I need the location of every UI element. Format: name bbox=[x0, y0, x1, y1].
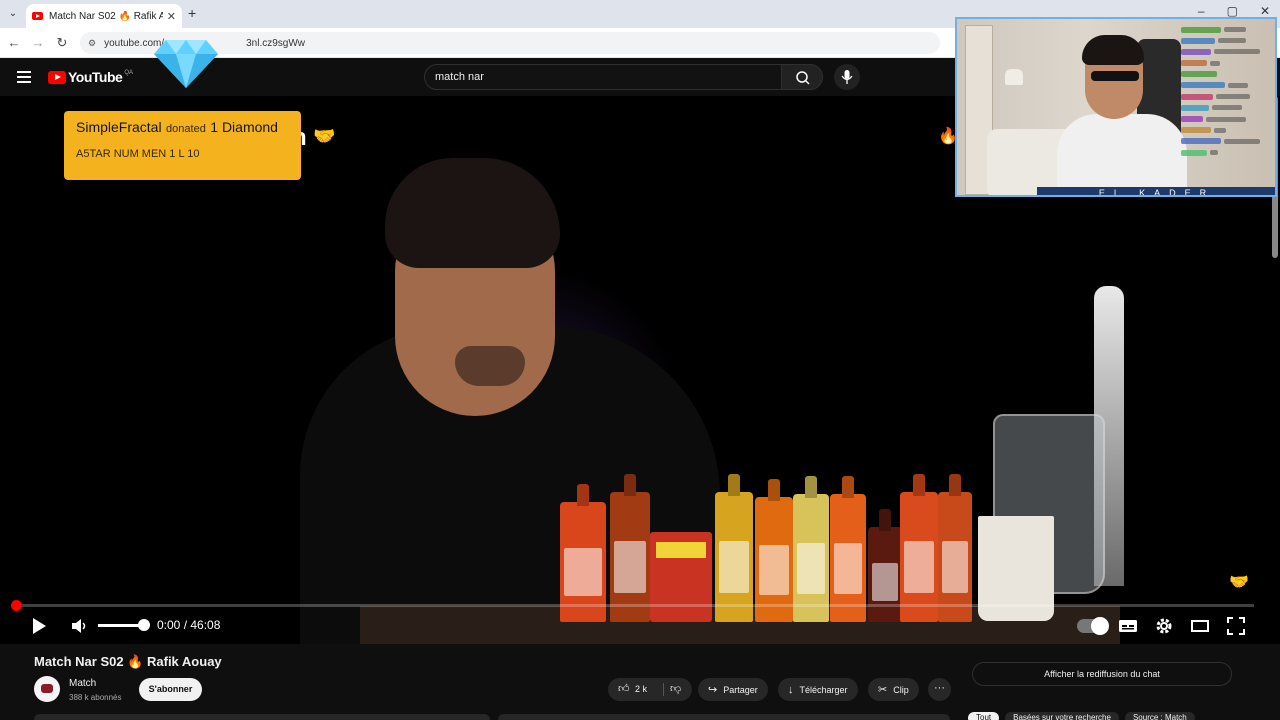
like-icon[interactable]: 👍︎ bbox=[618, 682, 630, 695]
maximize-icon[interactable]: ▢ bbox=[1227, 4, 1238, 18]
forward-icon[interactable]: → bbox=[30, 35, 46, 50]
minimize-icon[interactable]: – bbox=[1198, 4, 1205, 18]
search-icon bbox=[796, 71, 810, 85]
voice-search-button[interactable] bbox=[834, 64, 860, 90]
video-title: Match Nar S02 🔥 Rafik Aouay bbox=[34, 654, 222, 669]
theater-mode-icon[interactable] bbox=[1190, 616, 1210, 636]
webcam-lamp bbox=[1005, 69, 1023, 85]
streamer-webcam: EL KADER bbox=[955, 17, 1277, 197]
back-icon[interactable]: ← bbox=[6, 35, 22, 50]
person-beard bbox=[455, 346, 525, 386]
progress-scrubber[interactable] bbox=[11, 600, 22, 611]
like-count[interactable]: 2 k bbox=[635, 684, 647, 694]
reload-icon[interactable]: ↻ bbox=[54, 35, 70, 51]
share-label: Partager bbox=[723, 684, 758, 695]
diamond-icon bbox=[154, 40, 218, 88]
search-input[interactable]: match nar bbox=[424, 64, 782, 90]
window-controls: – ▢ ✕ bbox=[1198, 4, 1270, 18]
hot-sauce-bottle bbox=[868, 509, 902, 622]
country-code: QA bbox=[124, 70, 133, 76]
new-tab-icon[interactable]: + bbox=[188, 5, 196, 21]
youtube-favicon-icon bbox=[32, 12, 43, 20]
clip-label: Clip bbox=[893, 684, 909, 695]
hot-sauce-bottle bbox=[793, 476, 829, 622]
video-info-section: Match Nar S02 🔥 Rafik Aouay Match 388 k … bbox=[0, 644, 1280, 720]
volume-icon[interactable] bbox=[70, 616, 90, 636]
hot-sauce-bottle bbox=[715, 474, 753, 622]
more-actions-icon[interactable]: ··· bbox=[928, 678, 951, 701]
fullscreen-icon[interactable] bbox=[1226, 616, 1246, 636]
channel-avatar[interactable] bbox=[34, 676, 60, 702]
channel-name[interactable]: Match bbox=[69, 678, 96, 689]
autoplay-toggle[interactable] bbox=[1077, 617, 1109, 635]
close-window-icon[interactable]: ✕ bbox=[1260, 4, 1270, 18]
handshake-icon: 🤝 bbox=[313, 126, 336, 146]
browser-tab[interactable]: Match Nar S02 🔥 Rafik Aouay ✕ bbox=[26, 4, 182, 28]
hot-sauce-bottle bbox=[830, 476, 866, 622]
share-button[interactable]: ↪ Partager bbox=[698, 678, 768, 701]
search-value: match nar bbox=[435, 71, 484, 83]
streamer-name: EL KADER bbox=[1098, 188, 1216, 197]
volume-knob[interactable] bbox=[138, 619, 150, 631]
play-icon[interactable] bbox=[30, 616, 48, 636]
donor-name: SimpleFractal bbox=[76, 119, 162, 135]
tab-title: Match Nar S02 🔥 Rafik Aouay bbox=[49, 10, 163, 22]
share-icon: ↪ bbox=[708, 684, 718, 696]
scissors-icon: ✂ bbox=[878, 684, 888, 696]
youtube-header: YouTube QA match nar bbox=[0, 58, 960, 96]
url-text-end: 3nl.cz9sgWw bbox=[246, 37, 306, 49]
chip-all[interactable]: Tout bbox=[968, 712, 1000, 720]
chip-source[interactable]: Source : Match bbox=[1124, 712, 1195, 720]
logo-text: YouTube bbox=[68, 69, 123, 85]
hot-sauce-bottle bbox=[610, 474, 650, 622]
streamer-shirt bbox=[1057, 114, 1187, 195]
clip-button[interactable]: ✂ Clip bbox=[868, 678, 919, 701]
progress-bar[interactable] bbox=[16, 604, 1254, 607]
settings-gear-icon[interactable] bbox=[1154, 616, 1174, 636]
download-label: Télécharger bbox=[799, 684, 848, 695]
chat-replay-button[interactable]: Afficher la rediffusion du chat bbox=[972, 662, 1232, 686]
download-icon: ↓ bbox=[788, 683, 794, 696]
youtube-logo[interactable]: YouTube QA bbox=[48, 69, 133, 85]
subscriber-count: 388 k abonnés bbox=[69, 693, 122, 702]
tab-list-chevron-icon[interactable]: ⌄ bbox=[4, 5, 22, 23]
subscribe-button[interactable]: S'abonner bbox=[139, 678, 202, 701]
player-controls: 0:00 / 46:08 bbox=[0, 610, 1280, 642]
sauce-can bbox=[650, 532, 712, 622]
menu-icon[interactable] bbox=[17, 71, 31, 83]
youtube-play-icon bbox=[48, 70, 66, 84]
like-dislike-group: 👍︎ 2 k 👎︎ bbox=[608, 678, 692, 701]
donation-amount: 1 Diamond bbox=[210, 119, 278, 135]
person-hair bbox=[385, 158, 560, 268]
streamer-sunglasses bbox=[1091, 71, 1139, 81]
donation-alert: SimpleFractal donated 1 Diamond A5TAR NU… bbox=[64, 111, 301, 180]
streamer-hair bbox=[1082, 35, 1144, 65]
recommendation-chips: Tout Basées sur votre recherche Source :… bbox=[968, 712, 1195, 720]
microphone-icon bbox=[841, 70, 853, 84]
site-info-icon[interactable]: ⚙ bbox=[88, 38, 96, 49]
webcam-chat-overlay bbox=[1181, 25, 1275, 159]
donation-message: A5TAR NUM MEN 1 L 10 bbox=[76, 148, 200, 160]
donation-verb: donated bbox=[166, 123, 206, 135]
comments-box[interactable] bbox=[498, 714, 950, 720]
download-button[interactable]: ↓ Télécharger bbox=[778, 678, 858, 701]
time-display: 0:00 / 46:08 bbox=[157, 618, 221, 632]
like-divider bbox=[663, 683, 664, 696]
chip-search-based[interactable]: Basées sur votre recherche bbox=[1005, 712, 1119, 720]
channel-watermark-icon[interactable]: 🤝 bbox=[1229, 572, 1249, 592]
dislike-icon[interactable]: 👎︎ bbox=[670, 682, 681, 695]
screen: ⌄ Match Nar S02 🔥 Rafik Aouay ✕ + – ▢ ✕ … bbox=[0, 0, 1280, 720]
search-button[interactable] bbox=[781, 64, 823, 90]
subtitles-icon[interactable] bbox=[1118, 616, 1138, 636]
description-box[interactable] bbox=[34, 714, 490, 720]
close-tab-icon[interactable]: ✕ bbox=[167, 10, 176, 23]
donation-headline: SimpleFractal donated 1 Diamond bbox=[76, 119, 278, 137]
hot-sauce-bottle bbox=[900, 474, 938, 622]
hot-sauce-bottle bbox=[938, 474, 972, 622]
